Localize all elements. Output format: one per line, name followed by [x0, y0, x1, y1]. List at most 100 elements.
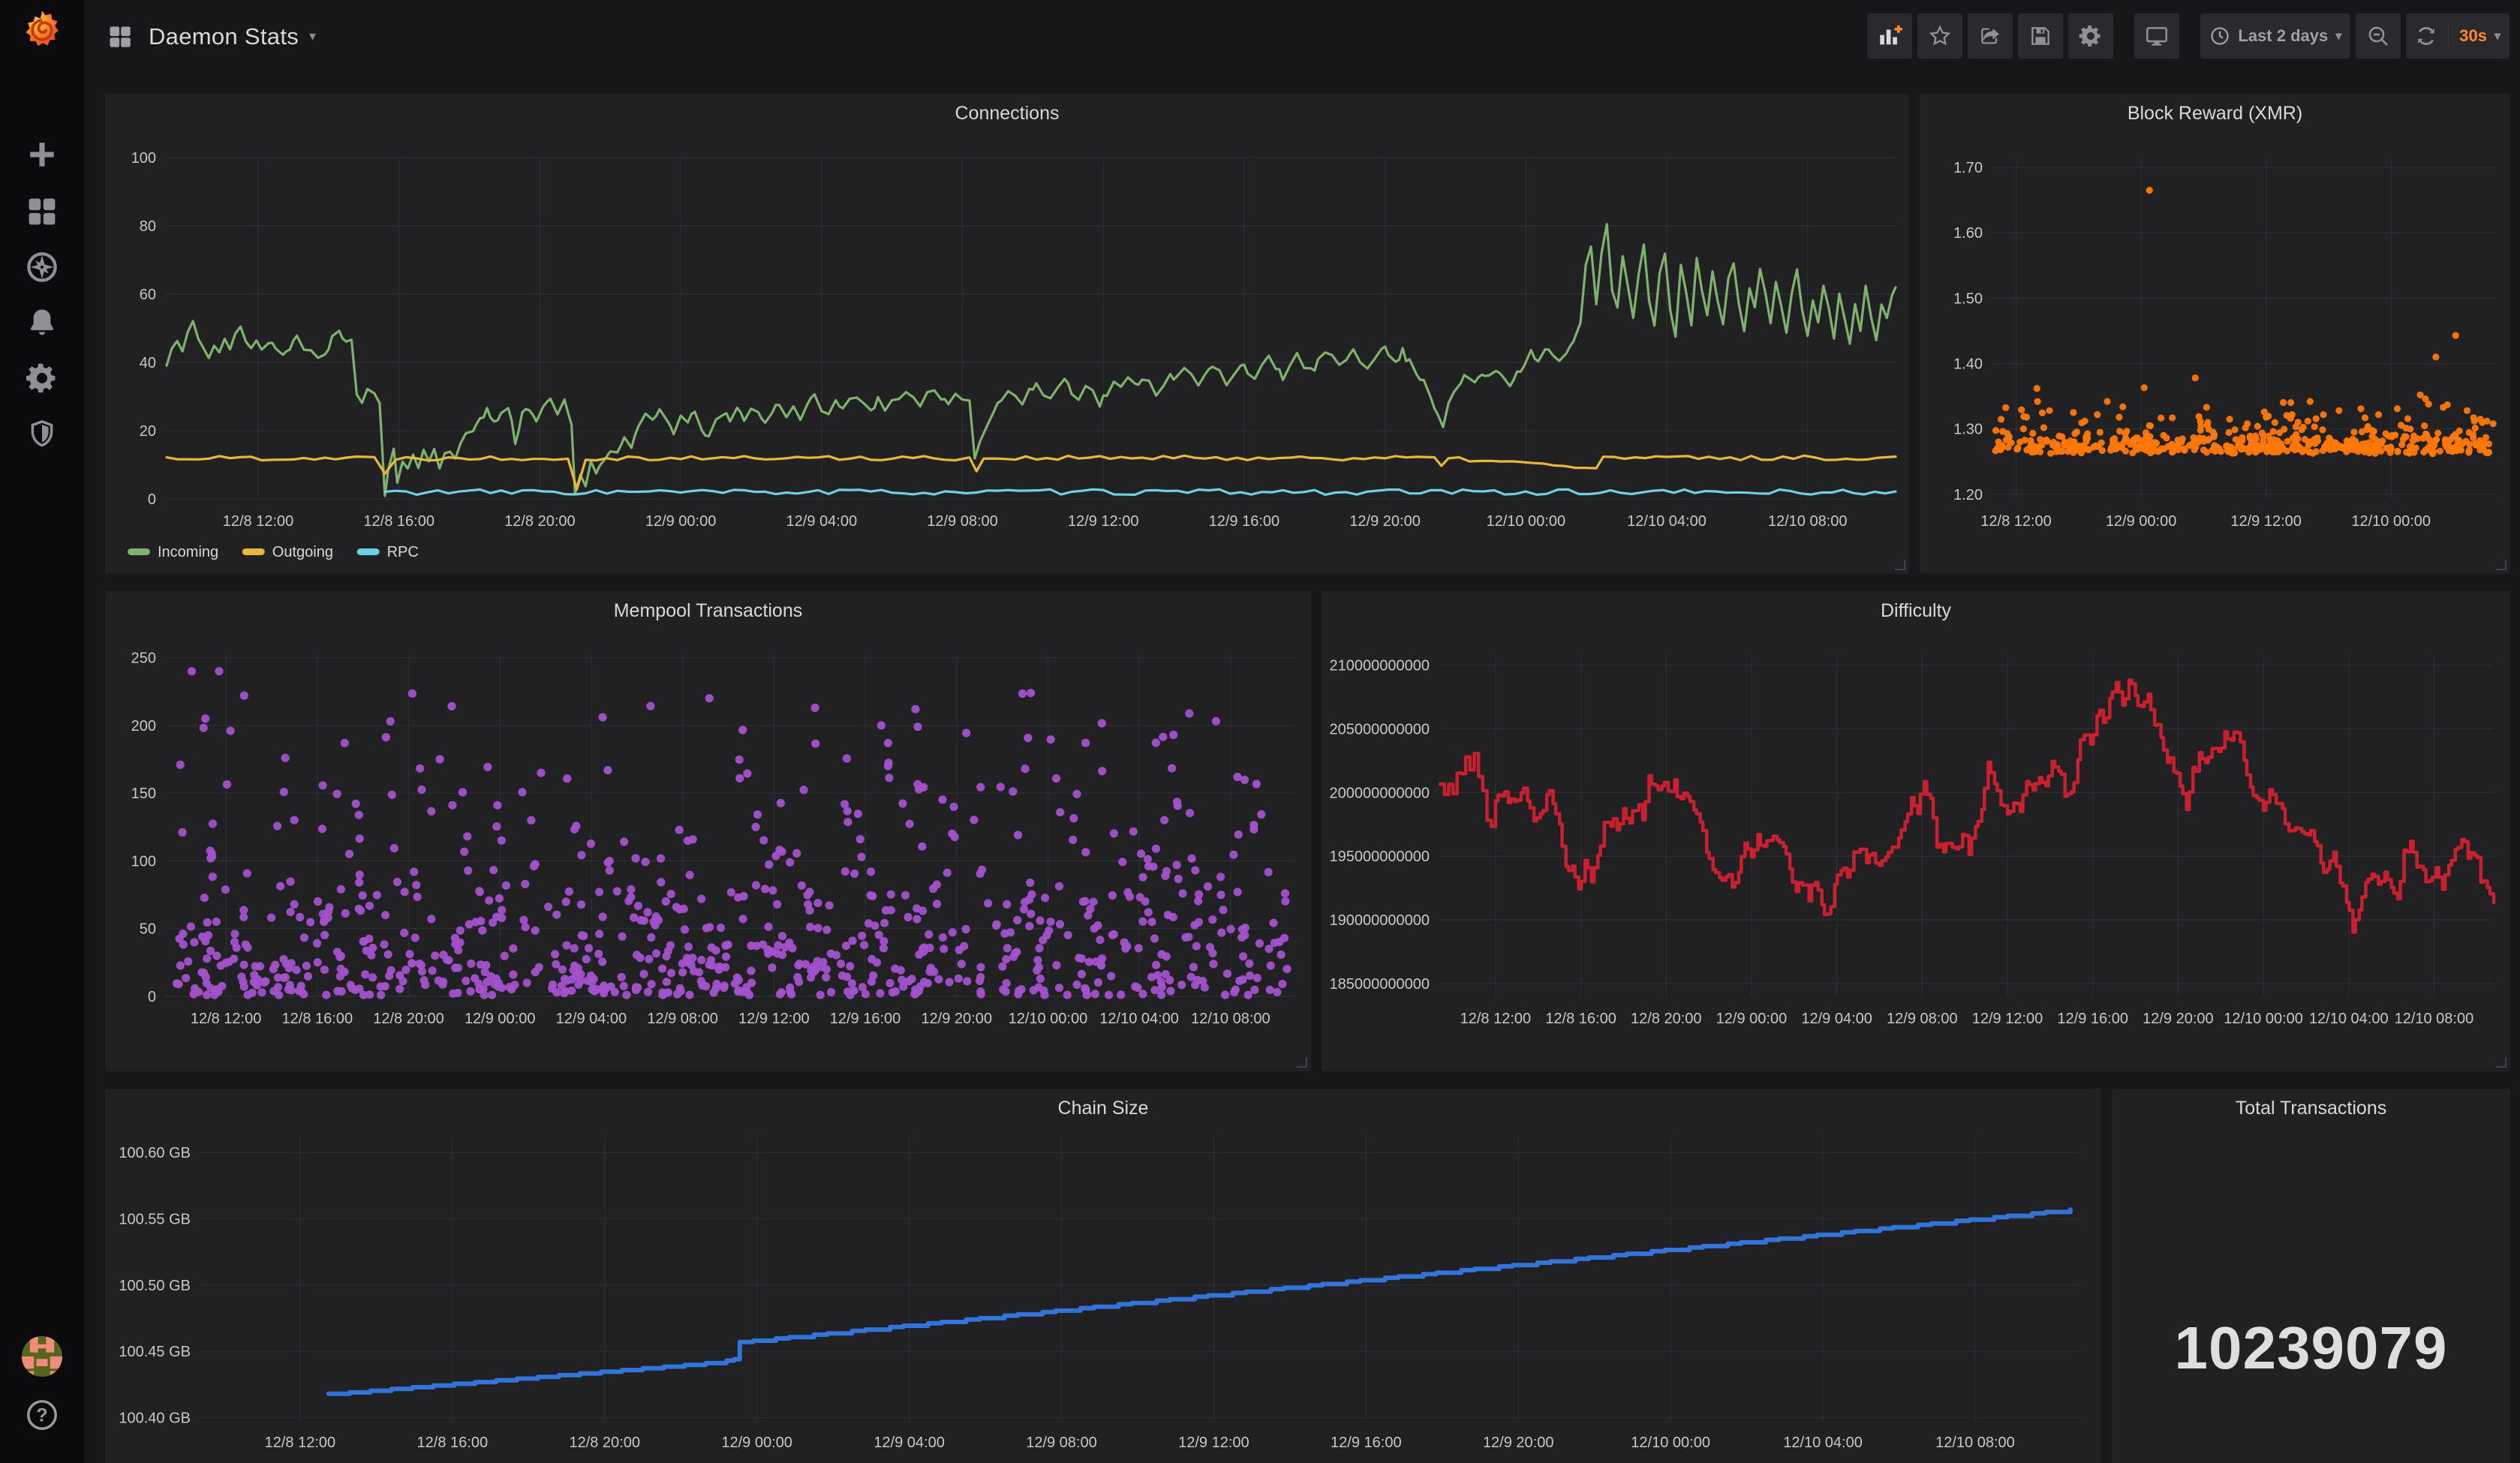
svg-text:12/8 20:00: 12/8 20:00 [373, 1011, 444, 1027]
zoom-out-icon [2366, 24, 2390, 48]
panel-title[interactable]: Difficulty [1322, 600, 2510, 622]
shield-icon [26, 418, 58, 449]
svg-text:12/8 20:00: 12/8 20:00 [569, 1434, 640, 1451]
question-icon: ? [25, 1398, 59, 1432]
svg-text:12/8 12:00: 12/8 12:00 [1980, 513, 2052, 530]
svg-text:12/9 04:00: 12/9 04:00 [874, 1434, 945, 1451]
star-icon [1928, 24, 1952, 48]
svg-text:12/9 20:00: 12/9 20:00 [1349, 513, 1421, 530]
svg-text:210000000000: 210000000000 [1330, 658, 1430, 674]
dashboard-settings-button[interactable] [2068, 14, 2113, 59]
sidebar-item-explore[interactable] [0, 246, 84, 288]
svg-text:12/9 04:00: 12/9 04:00 [1801, 1011, 1872, 1027]
panel-total-transactions: Total Transactions 10239079 [2112, 1089, 2510, 1463]
svg-text:12/9 00:00: 12/9 00:00 [1716, 1011, 1788, 1027]
tv-mode-button[interactable] [2134, 14, 2179, 59]
block-reward-chart[interactable]: 1.201.301.401.501.601.7012/8 12:0012/9 0… [1920, 94, 2510, 574]
panel-resize-handle[interactable] [1895, 560, 1905, 570]
bell-icon [26, 306, 59, 339]
panel-resize-handle[interactable] [1297, 1057, 1307, 1068]
panel-title[interactable]: Connections [105, 103, 1909, 125]
svg-text:12/9 08:00: 12/9 08:00 [927, 513, 998, 530]
monitor-icon [2144, 23, 2170, 49]
svg-text:12/10 04:00: 12/10 04:00 [1627, 513, 1707, 530]
refresh-divider [2448, 23, 2449, 49]
panel-difficulty: Difficulty 18500000000019000000000019500… [1322, 591, 2510, 1071]
gear-icon [26, 362, 59, 395]
refresh-interval-label: 30s [2459, 26, 2487, 46]
svg-text:100.50 GB: 100.50 GB [119, 1278, 191, 1294]
svg-text:200: 200 [131, 718, 156, 735]
svg-text:12/9 04:00: 12/9 04:00 [556, 1011, 627, 1027]
panel-resize-handle[interactable] [2496, 560, 2506, 570]
share-button[interactable] [1968, 14, 2013, 59]
connections-chart[interactable]: 02040608010012/8 12:0012/8 16:0012/8 20:… [105, 94, 1909, 574]
panel-resize-handle[interactable] [2496, 1057, 2506, 1068]
svg-text:12/9 20:00: 12/9 20:00 [921, 1011, 992, 1027]
help-button[interactable]: ? [0, 1394, 84, 1436]
refresh-icon [2415, 25, 2437, 47]
svg-text:12/9 00:00: 12/9 00:00 [721, 1434, 792, 1451]
svg-text:20: 20 [140, 423, 156, 440]
panel-title[interactable]: Total Transactions [2112, 1098, 2510, 1119]
clock-icon [2209, 26, 2230, 47]
zoom-out-button[interactable] [2356, 14, 2401, 59]
svg-text:1.30: 1.30 [1953, 422, 1983, 438]
svg-text:12/10 04:00: 12/10 04:00 [1783, 1434, 1863, 1451]
svg-text:12/8 16:00: 12/8 16:00 [1545, 1011, 1616, 1027]
svg-text:12/8 12:00: 12/8 12:00 [1460, 1011, 1532, 1027]
mempool-chart[interactable]: 05010015020025012/8 12:0012/8 16:0012/8 … [105, 591, 1311, 1071]
sidebar-item-server-admin[interactable] [0, 413, 84, 455]
refresh-caret-icon: ▾ [2494, 29, 2500, 44]
dashboard-title[interactable]: Daemon Stats [149, 23, 299, 50]
svg-text:12/10 08:00: 12/10 08:00 [1935, 1434, 2015, 1451]
time-range-caret-icon: ▾ [2335, 29, 2341, 44]
svg-text:12/8 12:00: 12/8 12:00 [223, 513, 294, 530]
svg-text:12/9 08:00: 12/9 08:00 [1887, 1011, 1958, 1027]
time-range-picker[interactable]: Last 2 days ▾ [2200, 14, 2350, 59]
svg-text:12/9 08:00: 12/9 08:00 [1026, 1434, 1097, 1451]
settings-gear-icon [2079, 24, 2103, 48]
add-panel-icon [1877, 23, 1902, 49]
svg-text:12/10 04:00: 12/10 04:00 [2309, 1011, 2389, 1027]
svg-text:12/9 12:00: 12/9 12:00 [1178, 1434, 1249, 1451]
svg-text:12/8 16:00: 12/8 16:00 [282, 1011, 353, 1027]
svg-text:40: 40 [140, 355, 156, 371]
svg-text:12/10 08:00: 12/10 08:00 [1768, 513, 1848, 530]
time-range-label: Last 2 days [2238, 26, 2328, 46]
add-panel-button[interactable] [1867, 14, 1912, 59]
svg-text:205000000000: 205000000000 [1330, 721, 1430, 738]
total-transactions-value: 10239079 [2112, 1314, 2510, 1383]
dashboard-title-caret-icon[interactable]: ▾ [309, 29, 316, 44]
grafana-dashboard: ? Daemon Stats ▾ [0, 0, 2520, 1463]
svg-text:12/10 00:00: 12/10 00:00 [2351, 513, 2431, 530]
favorite-button[interactable] [1917, 14, 1962, 59]
svg-text:1.60: 1.60 [1953, 225, 1983, 242]
svg-text:100.55 GB: 100.55 GB [119, 1212, 191, 1228]
grafana-logo[interactable] [0, 6, 84, 54]
svg-text:RPC: RPC [387, 544, 419, 560]
svg-text:1.50: 1.50 [1953, 290, 1983, 307]
refresh-picker[interactable]: 30s ▾ [2406, 14, 2509, 59]
svg-text:12/10 00:00: 12/10 00:00 [2224, 1011, 2303, 1027]
sidebar: ? [0, 0, 84, 1463]
panel-title[interactable]: Chain Size [105, 1098, 2101, 1119]
svg-text:12/9 12:00: 12/9 12:00 [738, 1011, 810, 1027]
svg-text:12/10 00:00: 12/10 00:00 [1486, 513, 1565, 530]
sidebar-item-create[interactable] [0, 134, 84, 176]
svg-text:80: 80 [140, 218, 156, 235]
difficulty-chart[interactable]: 1850000000001900000000001950000000002000… [1322, 591, 2510, 1071]
save-button[interactable] [2018, 14, 2063, 59]
panel-title[interactable]: Mempool Transactions [105, 600, 1311, 622]
svg-text:195000000000: 195000000000 [1330, 849, 1430, 865]
plus-icon [26, 139, 58, 170]
chain-size-chart[interactable]: 100.40 GB100.45 GB100.50 GB100.55 GB100.… [105, 1089, 2101, 1463]
sidebar-item-dashboards[interactable] [0, 191, 84, 233]
sidebar-item-alerting[interactable] [0, 302, 84, 344]
svg-text:12/10 08:00: 12/10 08:00 [2395, 1011, 2474, 1027]
user-avatar[interactable] [0, 1335, 84, 1377]
panel-title[interactable]: Block Reward (XMR) [1920, 103, 2510, 125]
svg-text:?: ? [36, 1405, 47, 1426]
sidebar-item-configuration[interactable] [0, 357, 84, 399]
svg-text:0: 0 [148, 491, 156, 508]
